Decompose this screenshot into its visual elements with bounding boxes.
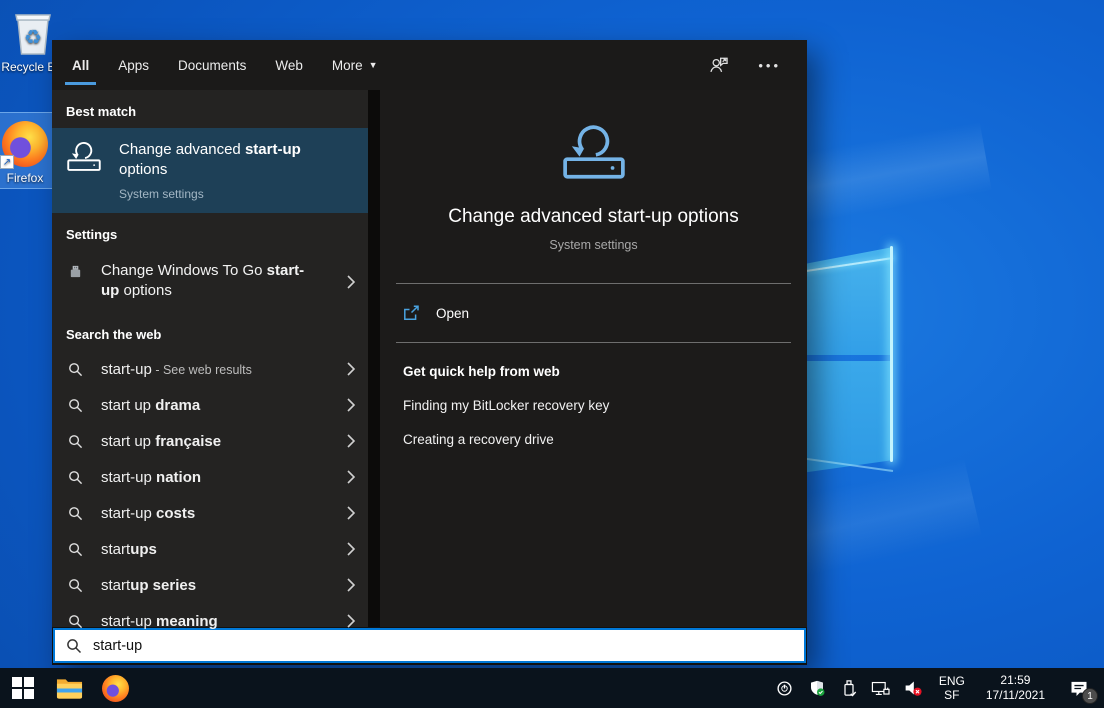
settings-result-title: Change Windows To Go start-up options [101,261,316,301]
date: 17/11/2021 [986,688,1045,703]
shortcut-arrow-icon: ↗ [0,155,14,169]
help-link-recovery-drive[interactable]: Creating a recovery drive [403,432,784,447]
detail-title: Change advanced start-up options [380,206,807,228]
web-suggestion[interactable]: startups [52,531,368,567]
search-icon [66,542,84,557]
search-tabs-bar: All Apps Documents Web More▼ ••• [52,40,807,90]
web-suggestion[interactable]: start-up costs [52,495,368,531]
web-suggestion[interactable]: start-up meaning [52,603,368,639]
panel-divider [368,90,380,627]
volume-muted-icon[interactable] [899,668,927,708]
web-suggestion[interactable]: start up drama [52,387,368,423]
file-explorer-button[interactable] [46,668,92,708]
action-center-button[interactable]: 1 [1058,668,1100,708]
start-button[interactable] [0,668,46,708]
section-header-settings: Settings [52,213,368,251]
web-suggestion[interactable]: start up française [52,423,368,459]
network-icon[interactable] [867,668,895,708]
tab-apps[interactable]: Apps [118,40,149,90]
best-match-title: Change advanced start-up options [119,140,324,180]
search-input[interactable] [93,638,793,654]
section-header-search-web: Search the web [52,313,368,351]
search-icon [66,434,84,449]
chevron-right-icon [347,434,355,448]
windows-logo-icon [12,677,34,699]
wallpaper-window-edge [890,246,893,462]
advanced-startup-icon [66,140,102,174]
search-icon [66,506,84,521]
sign-in-icon[interactable] [708,54,730,76]
section-header-best-match: Best match [52,90,368,128]
web-suggestion[interactable]: start-up - See web results [52,351,368,387]
chevron-right-icon [347,398,355,412]
best-match-result[interactable]: Change advanced start-up options System … [52,128,368,213]
search-icon [66,362,84,377]
settings-result[interactable]: Change Windows To Go start-up options [52,251,368,313]
search-icon [66,398,84,413]
windows-security-icon[interactable] [803,668,831,708]
tab-documents[interactable]: Documents [178,40,246,90]
detail-subtitle: System settings [380,238,807,252]
advanced-startup-icon-large [561,123,627,183]
web-suggestion[interactable]: start-up nation [52,459,368,495]
chevron-right-icon [347,542,355,556]
tray-power-app-icon[interactable] [771,668,799,708]
search-icon [66,470,84,485]
chevron-right-icon [347,506,355,520]
search-icon [66,578,84,593]
windows-to-go-icon [66,261,84,301]
detail-panel: Change advanced start-up options System … [380,90,807,627]
search-flyout-window: All Apps Documents Web More▼ ••• Best ma… [52,40,807,665]
help-link-bitlocker[interactable]: Finding my BitLocker recovery key [403,398,784,413]
open-action[interactable]: Open [380,284,807,342]
dropdown-caret-icon: ▼ [369,60,378,70]
results-column: Best match Change advanced start-up opti… [52,90,368,627]
chevron-right-icon [347,578,355,592]
chevron-right-icon [347,362,355,376]
search-icon [66,638,82,654]
clock[interactable]: 21:59 17/11/2021 [977,673,1054,703]
notification-badge: 1 [1082,688,1098,704]
system-tray: ENG SF 21:59 17/11/2021 1 [771,668,1104,708]
firefox-taskbar-button[interactable] [92,668,138,708]
open-label: Open [436,306,469,321]
open-icon [403,305,420,321]
best-match-subtitle: System settings [119,187,324,201]
web-suggestion[interactable]: startup series [52,567,368,603]
usb-safely-remove-icon[interactable] [835,668,863,708]
chevron-right-icon [347,470,355,484]
time: 21:59 [986,673,1045,688]
language-indicator[interactable]: ENG SF [931,674,973,702]
taskbar: ENG SF 21:59 17/11/2021 1 [0,668,1104,708]
search-icon [66,614,84,629]
chevron-right-icon [347,614,355,628]
chevron-right-icon [347,275,355,289]
tab-web[interactable]: Web [275,40,303,90]
tab-all[interactable]: All [72,40,89,90]
firefox-icon [102,675,129,702]
file-explorer-icon [56,676,83,700]
recycle-glyph: ♻ [24,27,42,49]
quick-help-header: Get quick help from web [403,364,784,379]
tab-more[interactable]: More▼ [332,40,378,90]
more-options-icon[interactable]: ••• [758,58,781,73]
